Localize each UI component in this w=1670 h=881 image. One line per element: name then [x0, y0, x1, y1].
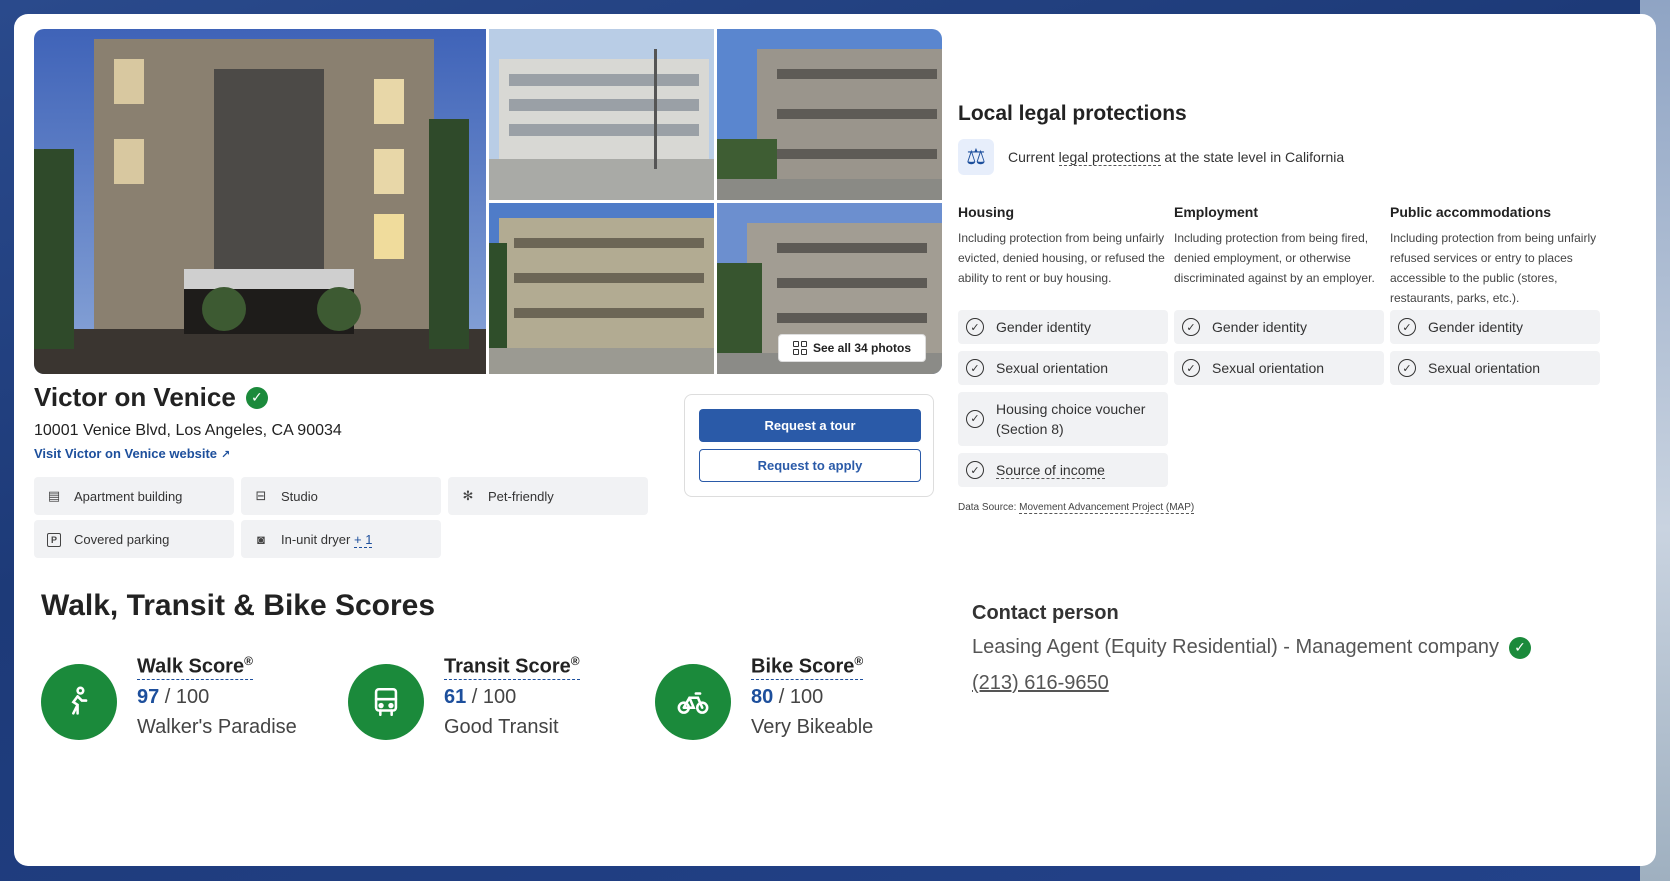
walk-score: Walk Score® 97 / 100 Walker's Paradise — [41, 654, 341, 744]
walk-score-value: 97 / 100 — [137, 686, 210, 708]
transit-score-link[interactable]: Transit Score® — [444, 654, 580, 680]
contact-phone-link[interactable]: (213) 616-9650 — [972, 672, 1109, 695]
protection-item: ✓ Sexual orientation — [958, 351, 1168, 385]
column-description: Including protection from being fired, d… — [1174, 231, 1375, 285]
photo-gallery[interactable]: See all 34 photos — [34, 29, 942, 374]
walk-icon — [41, 664, 117, 740]
walk-score-link[interactable]: Walk Score® — [137, 654, 253, 680]
amenity-item: P Covered parking — [34, 520, 234, 558]
check-circle-icon: ✓ — [1398, 359, 1416, 377]
verified-check-icon: ✓ — [245, 386, 268, 409]
check-circle-icon: ✓ — [1182, 359, 1200, 377]
bike-score-value: 80 / 100 — [751, 686, 824, 708]
scores-title: Walk, Transit & Bike Scores — [41, 589, 436, 622]
protection-item: ✓ Source of income — [958, 453, 1168, 487]
contact-title: Contact person — [972, 602, 1119, 624]
column-description: Including protection from being unfairly… — [958, 231, 1165, 285]
data-source-link[interactable]: Movement Advancement Project (MAP) — [1019, 502, 1195, 514]
transit-score-desc: Good Transit — [444, 716, 559, 738]
public-accommodations-column: Public accommodations Including protecti… — [1390, 204, 1600, 392]
bus-icon — [348, 664, 424, 740]
protection-item: ✓ Sexual orientation — [1174, 351, 1384, 385]
amenity-item: ⊟ Studio — [241, 477, 441, 515]
source-of-income-link[interactable]: Source of income — [996, 462, 1105, 479]
protection-item: ✓ Gender identity — [958, 310, 1168, 344]
housing-column: Housing Including protection from being … — [958, 204, 1168, 494]
website-link[interactable]: Visit Victor on Venice website ↗ — [34, 446, 230, 461]
legal-protections-title: Local legal protections — [958, 102, 1187, 125]
protection-item: ✓ Gender identity — [1390, 310, 1600, 344]
property-name: Victor on Venice — [34, 382, 236, 412]
walk-score-desc: Walker's Paradise — [137, 716, 297, 738]
protection-item: ✓ Gender identity — [1174, 310, 1384, 344]
check-circle-icon: ✓ — [1398, 318, 1416, 336]
dryer-icon: ◙ — [257, 531, 265, 547]
photo-thumbnail[interactable] — [489, 29, 714, 200]
amenity-item: ◙ In-unit dryer + 1 — [241, 520, 441, 558]
see-all-label: See all 34 photos — [812, 341, 912, 355]
contact-agent: Leasing Agent (Equity Residential) - Man… — [972, 636, 1531, 659]
legal-protections-link[interactable]: legal protections — [1058, 149, 1161, 166]
transit-score: Transit Score® 61 / 100 Good Transit — [348, 654, 648, 744]
paw-icon: ✻ — [462, 488, 474, 503]
column-heading: Employment — [1174, 204, 1259, 220]
property-title: Victor on Venice ✓ — [34, 382, 268, 413]
external-link-icon: ↗ — [221, 449, 231, 461]
listing-card: See all 34 photos Victor on Venice ✓ 100… — [14, 14, 1656, 866]
main-photo[interactable] — [34, 29, 486, 374]
bike-icon — [655, 664, 731, 740]
check-circle-icon: ✓ — [1182, 318, 1200, 336]
building-icon: ▤ — [47, 488, 61, 503]
scale-icon: ⚖ — [958, 139, 994, 175]
check-circle-icon: ✓ — [966, 461, 984, 479]
bike-score-desc: Very Bikeable — [751, 716, 874, 738]
grid-icon — [792, 341, 807, 355]
amenity-item: ✻ Pet-friendly — [448, 477, 648, 515]
bike-score-link[interactable]: Bike Score® — [751, 654, 864, 680]
check-circle-icon: ✓ — [966, 359, 984, 377]
transit-score-value: 61 / 100 — [444, 686, 517, 708]
request-apply-button[interactable]: Request to apply — [699, 449, 921, 482]
column-description: Including protection from being unfairly… — [1390, 231, 1597, 305]
cta-panel: Request a tour Request to apply — [684, 394, 934, 497]
verified-check-icon: ✓ — [1508, 636, 1531, 659]
protection-item: ✓ Housing choice voucher (Section 8) — [958, 392, 1168, 446]
bed-icon: ⊟ — [255, 488, 267, 503]
check-circle-icon: ✓ — [966, 410, 984, 428]
see-all-photos-button[interactable]: See all 34 photos — [778, 334, 926, 362]
amenity-item: ▤ Apartment building — [34, 477, 234, 515]
photo-thumbnail[interactable] — [489, 203, 714, 374]
legal-protections-subtitle: ⚖ Current legal protections at the state… — [958, 139, 1344, 175]
property-address: 10001 Venice Blvd, Los Angeles, CA 90034 — [34, 422, 342, 439]
column-heading: Housing — [958, 204, 1014, 220]
more-amenities-link[interactable]: + 1 — [354, 531, 373, 548]
employment-column: Employment Including protection from bei… — [1174, 204, 1384, 392]
request-tour-button[interactable]: Request a tour — [699, 409, 921, 442]
photo-thumbnail[interactable] — [717, 29, 942, 200]
parking-icon: P — [46, 531, 62, 547]
protection-item: ✓ Sexual orientation — [1390, 351, 1600, 385]
check-circle-icon: ✓ — [966, 318, 984, 336]
data-source: Data Source: Movement Advancement Projec… — [958, 502, 1195, 514]
column-heading: Public accommodations — [1390, 204, 1552, 220]
photo-thumbnail[interactable]: See all 34 photos — [717, 203, 942, 374]
bike-score: Bike Score® 80 / 100 Very Bikeable — [655, 654, 955, 744]
